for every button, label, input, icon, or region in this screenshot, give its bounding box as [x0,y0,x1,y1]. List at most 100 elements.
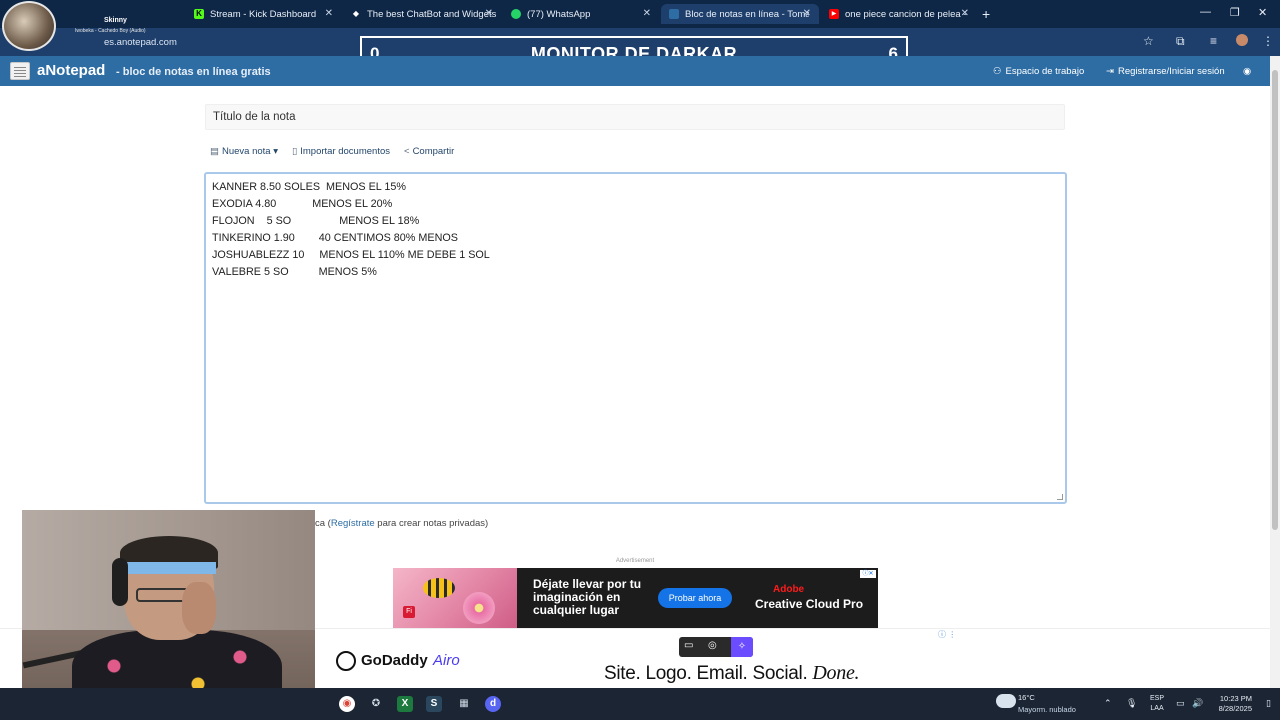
tab-label: Bloc de notas en línea - Toma y [685,8,809,20]
new-tab-button[interactable]: + [982,6,990,22]
brand-tagline: - bloc de notas en línea gratis [116,66,271,78]
profile-avatar[interactable] [1236,34,1248,46]
godaddy-tagline: Site. Logo. Email. Social. Done. [604,662,860,684]
scrollbar-thumb[interactable] [1272,70,1278,530]
import-documents-button[interactable]: ▯ Importar documentos [292,146,390,157]
stream-overlay: Skinny Iwobeka - Cachedo Boy (Audio) [0,0,180,52]
weather-temperature[interactable]: 16°C [1018,693,1035,702]
login-icon: ⇥ [1106,66,1114,77]
brand-logo[interactable]: aNotepad [37,62,105,79]
tab-chatbot[interactable]: ◆ The best ChatBot and Widgets ✕ [343,4,501,24]
headset [112,558,128,606]
tab-anotepad[interactable]: Bloc de notas en línea - Toma y ✕ [661,4,819,24]
maximize-icon[interactable]: ❐ [1230,6,1240,19]
discord-icon[interactable]: d [485,696,501,712]
window-icon: ▭ [684,640,694,651]
headband [122,562,216,574]
extensions-icon[interactable]: ⧉ [1176,34,1185,49]
document-icon: ▯ [292,146,298,157]
system-clock[interactable]: 10:23 PM 8/28/2025 [1212,694,1252,714]
godaddy-airo: Airo [433,652,460,669]
godaddy-logo-icon [336,651,356,671]
ad-info-icon[interactable]: ⓘ ⋮ [938,629,956,640]
chrome-icon[interactable]: ◉ [339,696,355,712]
ad-cta-button[interactable]: Probar ahora [658,588,732,608]
register-link[interactable]: Regístrate [331,518,375,529]
browser-tab-strip: K Stream - Kick Dashboard ✕ ◆ The best C… [0,0,1280,28]
streamer-avatar [2,1,56,51]
magic-wand-icon: ✧ [731,637,753,657]
widget-icon: ◆ [352,9,360,18]
private-notes-hint: ca (Regístrate para crear notas privadas… [315,518,489,529]
tab-youtube[interactable]: ▶ one piece cancion de pelea - Yo ✕ [821,4,977,24]
close-icon[interactable]: ✕ [643,8,651,19]
steam-icon[interactable]: S [426,696,442,712]
caret-down-icon: ▾ [270,146,278,157]
language-indicator[interactable]: ESP LAA [1150,694,1164,714]
login-link[interactable]: ⇥ Registrarse/Iniciar sesión [1106,66,1225,77]
tab-whatsapp[interactable]: (77) WhatsApp ✕ [503,4,659,24]
note-title-input[interactable]: Título de la nota [205,104,1065,130]
app-gear-icon[interactable]: ✪ [368,696,384,712]
notepad-icon [669,9,679,19]
ad-toolbar: ▭ ◎ ✧ [679,637,753,657]
adobe-logo: Adobe [773,584,805,595]
note-editor[interactable]: KANNER 8.50 SOLES MENOS EL 15% EXODIA 4.… [204,172,1067,504]
microphone-icon[interactable]: 🎙 [1126,698,1137,709]
adobe-ad-banner[interactable]: Fi Déjate llevar por tu imaginación en c… [393,568,878,628]
streamer-name: Skinny [104,17,127,24]
bookmark-star-icon[interactable]: ☆ [1143,34,1154,48]
file-plus-icon: ▤ [210,146,219,157]
close-icon[interactable]: ✕ [485,8,493,19]
reading-list-icon[interactable]: ≡ [1210,34,1217,48]
note-line: FLOJON 5 SO MENOS EL 18% [212,215,420,227]
volume-icon[interactable]: 🔊 [1192,698,1203,709]
note-actions: ▤ Nueva nota ▾ ▯ Importar documentos < Comp… [210,146,454,157]
close-icon[interactable]: ✕ [803,8,811,19]
note-line: EXODIA 4.80 MENOS EL 20% [212,198,393,210]
note-line: TINKERINO 1.90 40 CENTIMOS 80% MENOS [212,232,458,244]
site-header: aNotepad - bloc de notas en línea gratis… [0,56,1270,86]
close-window-icon[interactable]: ✕ [1258,6,1267,19]
new-note-button[interactable]: ▤ Nueva nota ▾ [210,146,278,157]
ad-image: Fi [393,568,517,628]
excel-icon[interactable]: X [397,696,413,712]
flower-graphic [463,592,495,624]
godaddy-name: GoDaddy [361,652,428,669]
color-ring-icon: ◎ [708,640,717,651]
youtube-icon: ▶ [829,9,839,19]
calculator-icon[interactable]: ▦ [456,696,472,712]
note-line: VALEBRE 5 SO MENOS 5% [212,266,377,278]
ad-copy: Déjate llevar por tu imaginación en cual… [533,577,642,617]
taskbar [0,688,1280,720]
bee-graphic [423,578,455,598]
tab-kick-dashboard[interactable]: K Stream - Kick Dashboard ✕ [186,4,341,24]
close-icon[interactable]: ✕ [961,8,969,19]
person-hand [182,582,216,634]
close-icon[interactable]: ✕ [325,8,333,19]
weather-description[interactable]: Mayorm. nublado [1018,705,1076,714]
kick-icon: K [194,9,204,19]
notifications-icon[interactable]: ▯ [1266,698,1271,709]
tab-label: Stream - Kick Dashboard [210,8,317,20]
workspace-link[interactable]: ⚇ Espacio de trabajo [993,66,1084,77]
minimize-icon[interactable]: — [1200,6,1211,18]
adchoices-icon[interactable]: ⓘ✕ [860,570,876,578]
network-icon[interactable]: ▭ [1176,698,1185,709]
menu-kebab-icon[interactable]: ⋮ [1262,34,1274,48]
resize-handle[interactable] [1057,494,1063,500]
ad-product: Creative Cloud Pro [755,597,864,611]
page-scrollbar[interactable] [1270,56,1280,688]
now-playing: Iwobeka - Cachedo Boy (Audio) [75,28,146,34]
tab-label: The best ChatBot and Widgets [367,8,497,20]
tray-chevron-up-icon[interactable]: ⌃ [1104,698,1112,709]
webcam-feed [22,510,315,710]
firefly-icon: Fi [403,606,415,618]
tab-label: one piece cancion de pelea - Yo [845,8,967,20]
whatsapp-icon [511,9,521,19]
weather-cloud-icon[interactable] [996,694,1016,708]
share-button[interactable]: < Compartir [404,146,454,157]
notepad-logo-icon[interactable] [10,62,30,80]
note-line: KANNER 8.50 SOLES MENOS EL 15% [212,181,407,193]
globe-icon[interactable]: ◉ [1243,66,1251,77]
